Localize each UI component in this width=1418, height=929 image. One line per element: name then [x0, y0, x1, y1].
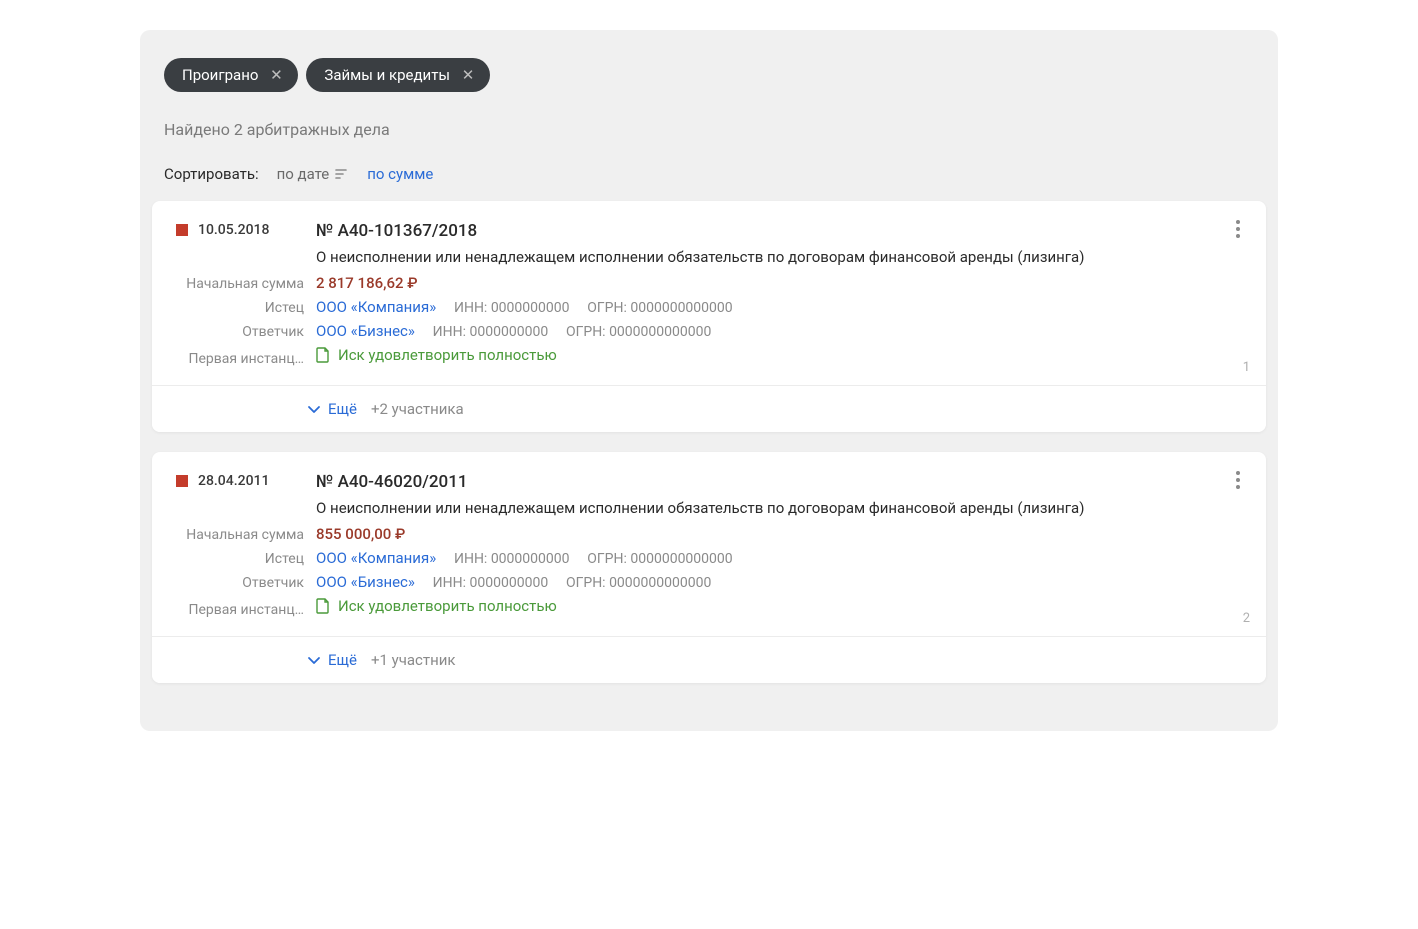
status-indicator-icon: [176, 475, 188, 487]
close-icon[interactable]: ✕: [460, 67, 476, 83]
more-count: +2 участника: [371, 400, 464, 418]
filter-chip-lost[interactable]: Проиграно ✕: [164, 58, 298, 92]
more-link: Ещё: [328, 651, 357, 669]
filter-chip-label: Займы и кредиты: [324, 66, 450, 84]
card-index: 1: [1243, 360, 1250, 375]
more-link: Ещё: [328, 400, 357, 418]
label-plaintiff: Истец: [265, 551, 304, 567]
inn-value: ИНН: 0000000000: [454, 551, 570, 567]
label-initial-sum: Начальная сумма: [176, 527, 304, 543]
defendant-link[interactable]: ООО «Бизнес»: [316, 573, 415, 591]
label-first-instance: Первая инстанц…: [176, 602, 304, 618]
label-defendant: Ответчик: [242, 575, 304, 591]
sort-by-amount[interactable]: по сумме: [367, 165, 433, 183]
ogrn-value: ОГРН: 0000000000000: [566, 575, 711, 591]
filter-chip-label: Проиграно: [182, 66, 258, 84]
results-count: Найдено 2 арбитражных дела: [164, 120, 1254, 139]
case-description: О неисполнении или ненадлежащем исполнен…: [316, 247, 1242, 268]
plaintiff-link[interactable]: ООО «Компания»: [316, 298, 436, 316]
case-description: О неисполнении или ненадлежащем исполнен…: [316, 498, 1242, 519]
inn-value: ИНН: 0000000000: [454, 300, 570, 316]
case-number: № А40-46020/2011: [316, 472, 1242, 492]
filter-chips-row: Проиграно ✕ Займы и кредиты ✕: [164, 58, 1254, 92]
card-index: 2: [1243, 611, 1250, 626]
ogrn-value: ОГРН: 0000000000000: [587, 551, 732, 567]
label-defendant: Ответчик: [242, 324, 304, 340]
document-icon: [316, 347, 330, 363]
case-amount: 855 000,00 ₽: [316, 525, 405, 543]
sort-desc-icon: [335, 167, 349, 181]
label-initial-sum: Начальная сумма: [176, 276, 304, 292]
status-indicator-icon: [176, 224, 188, 236]
case-date: 10.05.2018: [198, 222, 269, 238]
sort-active-label: по дате: [277, 165, 330, 183]
sort-by-date[interactable]: по дате: [277, 165, 350, 183]
more-count: +1 участник: [371, 651, 456, 669]
plaintiff-link[interactable]: ООО «Компания»: [316, 549, 436, 567]
document-icon: [316, 598, 330, 614]
chevron-down-icon: [306, 652, 322, 668]
chevron-down-icon: [306, 401, 322, 417]
case-card: 28.04.2011 № А40-46020/2011 О неисполнен…: [152, 452, 1266, 683]
card-menu-button[interactable]: [1226, 217, 1250, 241]
case-amount: 2 817 186,62 ₽: [316, 274, 418, 292]
label-first-instance: Первая инстанц…: [176, 351, 304, 367]
sort-row: Сортировать: по дате по сумме: [164, 165, 1254, 183]
label-plaintiff: Истец: [265, 300, 304, 316]
inn-value: ИНН: 0000000000: [433, 575, 549, 591]
verdict-link[interactable]: Иск удовлетворить полностью: [316, 597, 557, 615]
verdict-link[interactable]: Иск удовлетворить полностью: [316, 346, 557, 364]
close-icon[interactable]: ✕: [268, 67, 284, 83]
ogrn-value: ОГРН: 0000000000000: [566, 324, 711, 340]
cases-panel: Проиграно ✕ Займы и кредиты ✕ Найдено 2 …: [140, 30, 1278, 731]
case-card: 10.05.2018 № А40-101367/2018 О неисполне…: [152, 201, 1266, 432]
card-expand-row[interactable]: Ещё +2 участника: [152, 385, 1266, 432]
ogrn-value: ОГРН: 0000000000000: [587, 300, 732, 316]
sort-label: Сортировать:: [164, 165, 259, 183]
inn-value: ИНН: 0000000000: [433, 324, 549, 340]
card-menu-button[interactable]: [1226, 468, 1250, 492]
case-date: 28.04.2011: [198, 473, 269, 489]
verdict-text: Иск удовлетворить полностью: [338, 597, 557, 615]
card-expand-row[interactable]: Ещё +1 участник: [152, 636, 1266, 683]
filter-chip-loans[interactable]: Займы и кредиты ✕: [306, 58, 490, 92]
case-number: № А40-101367/2018: [316, 221, 1242, 241]
verdict-text: Иск удовлетворить полностью: [338, 346, 557, 364]
defendant-link[interactable]: ООО «Бизнес»: [316, 322, 415, 340]
